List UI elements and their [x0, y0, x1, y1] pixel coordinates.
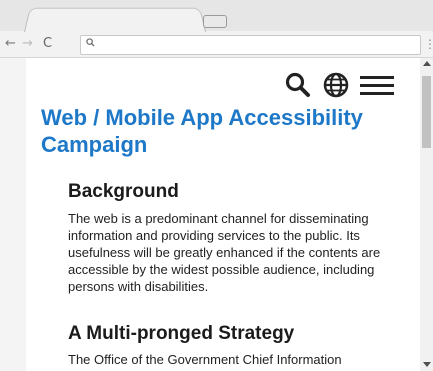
address-bar[interactable]	[80, 35, 421, 55]
section-body-strategy: The Office of the Government Chief Infor…	[68, 352, 342, 367]
globe-icon[interactable]	[322, 71, 350, 99]
reload-icon[interactable]: C	[43, 36, 52, 52]
browser-tab[interactable]	[24, 7, 206, 32]
page-gutter	[0, 58, 26, 371]
magnifier-icon	[86, 38, 95, 47]
scroll-thumb[interactable]	[422, 76, 431, 148]
browser-chrome: ← → C ⋮	[0, 0, 433, 58]
page-title: Web / Mobile App Accessibility Campaign	[41, 105, 363, 157]
scroll-up-arrow-icon[interactable]	[423, 61, 431, 66]
header-toolbar	[284, 70, 394, 100]
forward-arrow-icon[interactable]: →	[22, 36, 33, 52]
new-tab-button[interactable]	[203, 15, 227, 28]
back-arrow-icon[interactable]: ←	[5, 36, 16, 52]
section-heading-strategy: A Multi-pronged Strategy	[68, 323, 295, 344]
search-icon[interactable]	[284, 71, 312, 99]
more-vertical-icon[interactable]: ⋮	[424, 37, 433, 51]
tab-strip	[0, 0, 433, 32]
vertical-scrollbar[interactable]	[420, 58, 433, 371]
hamburger-menu-icon[interactable]	[360, 74, 394, 96]
scroll-down-arrow-icon[interactable]	[423, 362, 431, 367]
section-body-background: The web is a predominant channel for dis…	[68, 211, 381, 294]
section-heading-background: Background	[68, 181, 179, 202]
page-viewport: Web / Mobile App Accessibility Campaign …	[26, 58, 419, 371]
